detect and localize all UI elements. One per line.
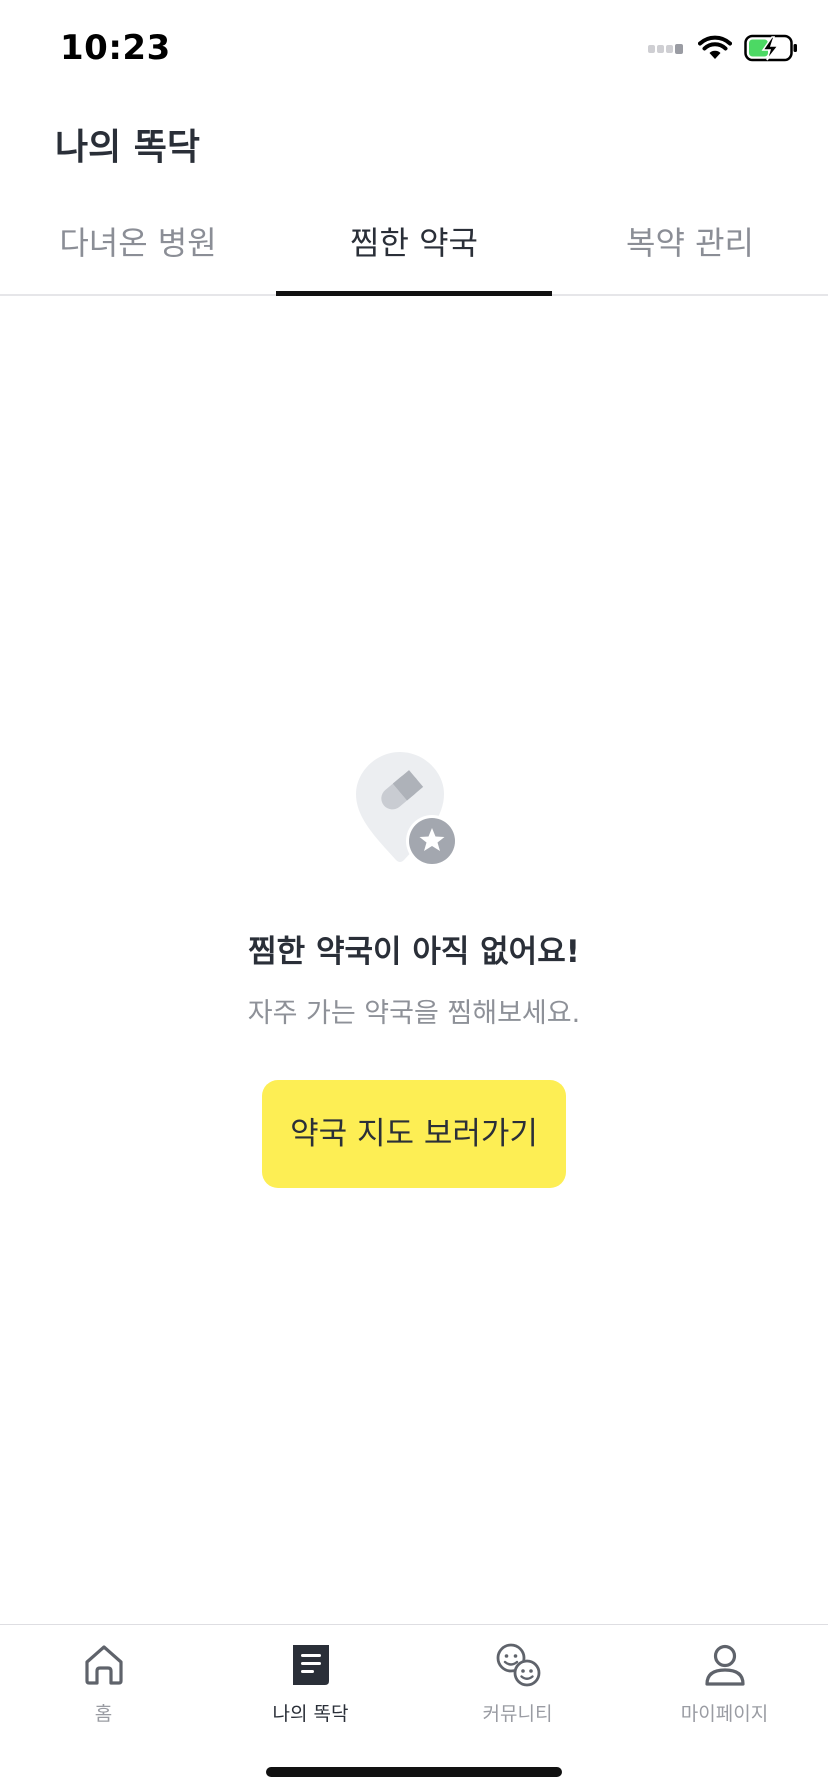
home-icon <box>84 1645 123 1685</box>
battery-icon <box>744 34 797 62</box>
empty-state-subtitle: 자주 가는 약국을 찜해보세요. <box>247 998 581 1029</box>
wifi-icon <box>698 35 732 59</box>
community-faces-icon <box>496 1643 540 1687</box>
nav-label: 마이페이지 <box>680 1703 769 1725</box>
nav-label: 홈 <box>94 1703 113 1725</box>
nav-label: 나의 똑닥 <box>272 1703 349 1725</box>
status-time: 10:23 <box>60 28 171 68</box>
tab-label: 찜한 약국 <box>350 224 478 262</box>
status-icons <box>646 34 798 62</box>
pharmacy-map-button[interactable]: 약국 지도 보러가기 <box>262 1080 566 1188</box>
tab-label: 다녀온 병원 <box>59 224 217 262</box>
person-icon <box>704 1644 745 1686</box>
home-indicator[interactable] <box>266 1767 562 1777</box>
pharmacy-pin-star-icon <box>356 752 458 867</box>
tab-favorite-pharmacies[interactable]: 찜한 약국 <box>276 190 552 296</box>
document-icon <box>292 1645 329 1685</box>
nav-item-my-page[interactable]: 마이페이지 <box>621 1625 828 1792</box>
empty-state-title: 찜한 약국이 아직 없어요! <box>248 934 580 970</box>
page-title: 나의 똑닥 <box>55 127 201 168</box>
status-bar: 10:23 <box>0 0 828 100</box>
tab-bar: 다녀온 병원 찜한 약국 복약 관리 <box>0 190 828 296</box>
cellular-signal-icon <box>648 44 683 54</box>
tab-medication-management[interactable]: 복약 관리 <box>552 190 828 294</box>
tab-visited-hospitals[interactable]: 다녀온 병원 <box>0 190 276 294</box>
screen: 10:23 나의 똑닥 다녀온 병원 찜한 약국 복약 관리 찜한 약국이 아직… <box>0 0 828 1792</box>
empty-state: 찜한 약국이 아직 없어요! 자주 가는 약국을 찜해보세요. 약국 지도 보러… <box>0 750 828 1188</box>
tab-label: 복약 관리 <box>626 224 754 262</box>
nav-item-home[interactable]: 홈 <box>0 1625 207 1792</box>
nav-label: 커뮤니티 <box>482 1703 553 1725</box>
